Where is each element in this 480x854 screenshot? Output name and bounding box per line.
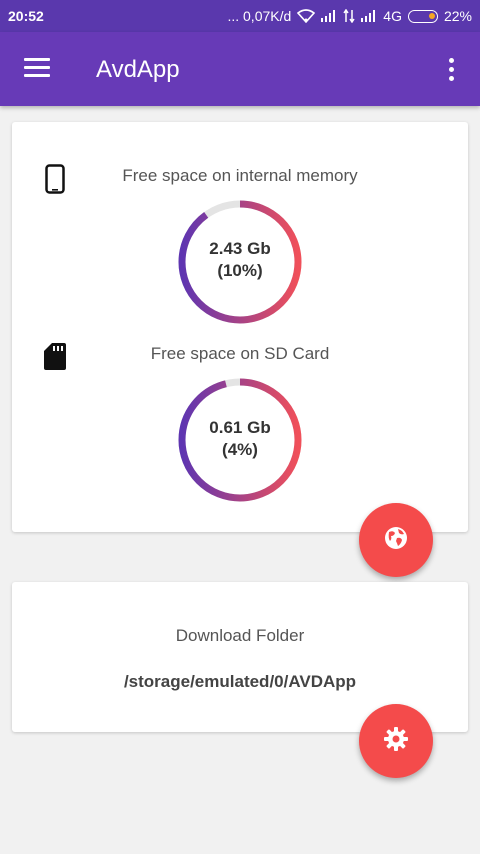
battery-icon bbox=[407, 9, 438, 23]
data-transfer-icon bbox=[343, 9, 355, 23]
signal-icon bbox=[321, 10, 337, 22]
status-indicators: ... 0,07K/d 4G 22% bbox=[227, 8, 472, 24]
more-vertical-icon[interactable] bbox=[444, 58, 458, 84]
storage-card: Free space on internal memory 2.43 Gb (1… bbox=[12, 122, 468, 532]
internal-memory-label: Free space on internal memory bbox=[122, 166, 358, 185]
settings-fab-button[interactable] bbox=[359, 704, 433, 778]
internal-memory-value: 2.43 Gb bbox=[209, 239, 271, 258]
hamburger-menu-icon[interactable] bbox=[24, 58, 50, 80]
network-speed: ... 0,07K/d bbox=[227, 8, 292, 24]
sd-card-value: 0.61 Gb bbox=[209, 418, 271, 437]
signal-icon-2 bbox=[361, 10, 377, 22]
download-folder-label: Download Folder bbox=[175, 626, 305, 645]
sd-card-label: Free space on SD Card bbox=[150, 344, 330, 363]
gear-icon bbox=[383, 726, 409, 757]
download-folder-path: /storage/emulated/0/AVDApp bbox=[123, 672, 357, 691]
status-bar: 20:52 ... 0,07K/d 4G 22% bbox=[0, 0, 480, 32]
globe-fab-button[interactable] bbox=[359, 503, 433, 577]
app-title: AvdApp bbox=[96, 56, 180, 83]
sd-card-value-block: 0.61 Gb (4%) bbox=[175, 417, 305, 461]
battery-percent: 22% bbox=[443, 8, 472, 24]
internal-memory-value-block: 2.43 Gb (10%) bbox=[175, 238, 305, 282]
app-bar: AvdApp bbox=[0, 32, 480, 106]
internal-memory-percent: (10%) bbox=[217, 261, 263, 280]
wifi-icon bbox=[297, 9, 316, 23]
status-time: 20:52 bbox=[8, 8, 44, 24]
sd-card-percent: (4%) bbox=[222, 440, 258, 459]
globe-icon bbox=[383, 525, 409, 556]
network-type: 4G bbox=[383, 8, 402, 24]
